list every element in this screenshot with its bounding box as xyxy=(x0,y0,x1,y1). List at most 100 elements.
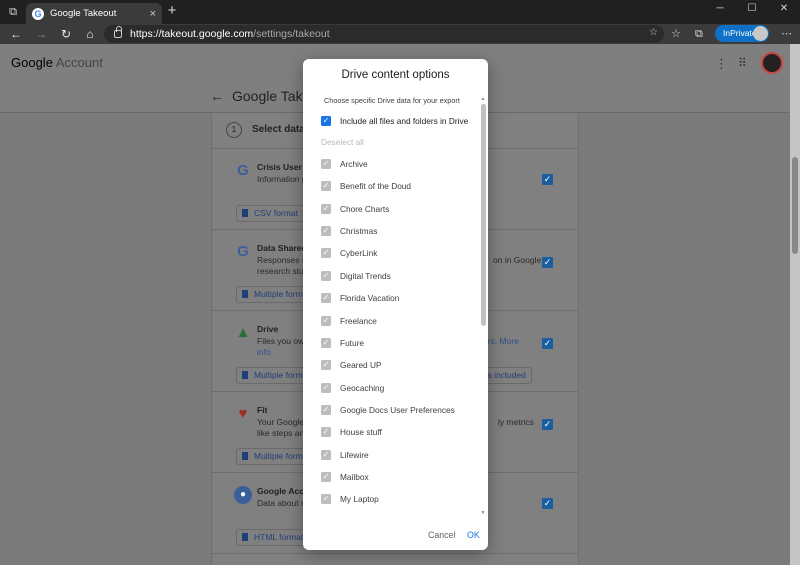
folder-checkbox[interactable]: ✓ xyxy=(321,226,331,236)
tab-actions-icon[interactable]: ⧉ xyxy=(6,5,20,19)
product-checkbox[interactable]: ✓ xyxy=(542,498,553,509)
folder-checkbox[interactable]: ✓ xyxy=(321,427,331,437)
folder-option[interactable]: ✓ Digital Trends xyxy=(321,269,391,283)
ok-button[interactable]: OK xyxy=(467,530,480,540)
folder-checkbox[interactable]: ✓ xyxy=(321,293,331,303)
folder-label: Geocaching xyxy=(340,383,385,393)
folder-label: Archive xyxy=(340,159,368,169)
close-tab-icon[interactable]: × xyxy=(150,8,156,20)
folder-checkbox[interactable]: ✓ xyxy=(321,383,331,393)
lock-icon[interactable] xyxy=(114,26,122,38)
product-checkbox[interactable]: ✓ xyxy=(542,419,553,430)
folder-option[interactable]: ✓ Archive xyxy=(321,157,368,171)
kebab-menu-icon[interactable]: ⋮ xyxy=(715,56,728,72)
maximize-icon[interactable]: ☐ xyxy=(736,0,768,20)
folder-checkbox[interactable]: ✓ xyxy=(321,271,331,281)
close-window-icon[interactable]: ✕ xyxy=(768,0,800,20)
product-checkbox[interactable]: ✓ xyxy=(542,257,553,268)
folder-label: Google Docs User Preferences xyxy=(340,405,455,415)
product-name: Google Acco xyxy=(257,486,310,496)
folder-checkbox[interactable]: ✓ xyxy=(321,316,331,326)
folder-checkbox[interactable]: ✓ xyxy=(321,248,331,258)
folder-option[interactable]: ✓ Lifewire xyxy=(321,448,369,462)
product-name: Drive xyxy=(257,324,279,334)
apps-grid-icon[interactable]: ⠿ xyxy=(738,56,747,70)
home-icon[interactable]: ⌂ xyxy=(82,26,98,42)
format-label: Multiple form xyxy=(254,451,303,461)
folder-option[interactable]: ✓ CyberLink xyxy=(321,246,377,260)
format-button[interactable]: CSV format xyxy=(236,205,305,222)
dialog-title: Drive content options xyxy=(341,69,450,81)
cancel-button[interactable]: Cancel xyxy=(428,530,455,540)
page-scrollbar-thumb[interactable] xyxy=(792,157,798,254)
fit-heart-icon: ♥ xyxy=(238,405,248,422)
refresh-icon[interactable]: ↻ xyxy=(58,26,74,42)
google-account-logo[interactable]: Google Account xyxy=(11,55,103,70)
folder-label: Benefit of the Doud xyxy=(340,181,412,191)
include-all-checkbox[interactable]: ✓ xyxy=(321,116,331,126)
dialog-scrollbar[interactable]: ▲ ▼ xyxy=(480,96,486,516)
format-button[interactable]: HTML format xyxy=(236,529,311,546)
format-button[interactable]: Multiple form xyxy=(236,286,310,303)
folder-label: My Laptop xyxy=(340,494,379,504)
folder-checkbox[interactable]: ✓ xyxy=(321,450,331,460)
product-checkbox[interactable]: ✓ xyxy=(542,338,553,349)
window-controls: ─ ☐ ✕ xyxy=(704,0,800,20)
deselect-all-button[interactable]: Deselect all xyxy=(321,137,364,147)
format-button[interactable]: Multiple form xyxy=(236,448,310,465)
folder-checkbox[interactable]: ✓ xyxy=(321,360,331,370)
back-icon[interactable]: ← xyxy=(8,26,24,42)
folder-checkbox[interactable]: ✓ xyxy=(321,472,331,482)
include-all-label: Include all files and folders in Drive xyxy=(340,116,469,126)
folder-option[interactable]: ✓ Google Docs User Preferences xyxy=(321,403,455,417)
format-label: Multiple form xyxy=(254,370,303,380)
collections-icon[interactable]: ⧉ xyxy=(695,27,703,41)
product-checkbox[interactable]: ✓ xyxy=(542,174,553,185)
folder-label: Future xyxy=(340,338,364,348)
more-info-link[interactable]: ers. More xyxy=(483,336,519,347)
folder-option[interactable]: ✓ Geared UP xyxy=(321,358,382,372)
address-bar[interactable]: https://takeout.google.com/settings/take… xyxy=(104,25,664,43)
folder-list: ✓ Include all files and folders in Drive… xyxy=(303,109,488,513)
scroll-down-icon[interactable]: ▼ xyxy=(480,510,486,516)
folder-option[interactable]: ✓ Benefit of the Doud xyxy=(321,179,411,193)
folder-label: Digital Trends xyxy=(340,271,391,281)
more-info-link-cont[interactable]: info xyxy=(257,347,271,357)
account-avatar[interactable] xyxy=(761,52,783,74)
folder-checkbox[interactable]: ✓ xyxy=(321,159,331,169)
folder-option[interactable]: ✓ My Laptop xyxy=(321,492,379,506)
folder-checkbox[interactable]: ✓ xyxy=(321,181,331,191)
more-options-icon[interactable]: ⋯ xyxy=(781,27,792,40)
description-text-right: ly metrics xyxy=(498,417,534,427)
folder-option[interactable]: ✓ House stuff xyxy=(321,425,382,439)
folder-option[interactable]: ✓ Freelance xyxy=(321,314,377,328)
page-scrollbar[interactable] xyxy=(790,44,800,565)
folder-option[interactable]: ✓ Mailbox xyxy=(321,470,369,484)
forward-icon[interactable]: → xyxy=(33,26,49,42)
folder-label: Freelance xyxy=(340,316,377,326)
folder-checkbox[interactable]: ✓ xyxy=(321,338,331,348)
url-host: https://takeout.google.com xyxy=(130,28,254,40)
folder-option[interactable]: ✓ Chore Charts xyxy=(321,202,389,216)
dialog-subtitle: Choose specific Drive data for your expo… xyxy=(324,96,460,105)
folder-checkbox[interactable]: ✓ xyxy=(321,494,331,504)
new-tab-icon[interactable]: + xyxy=(165,3,179,18)
favorite-add-icon[interactable]: ☆ xyxy=(649,27,658,38)
browser-toolbar: ← → ↻ ⌂ https://takeout.google.com/setti… xyxy=(0,24,800,44)
format-button[interactable]: Multiple form xyxy=(236,367,310,384)
back-arrow-icon[interactable]: ← xyxy=(210,88,224,104)
favorites-icon[interactable]: ☆ xyxy=(671,27,681,41)
tab-google-takeout[interactable]: G Google Takeout × xyxy=(26,3,162,24)
folder-checkbox[interactable]: ✓ xyxy=(321,204,331,214)
inprivate-badge[interactable]: InPrivate xyxy=(715,25,769,42)
minimize-icon[interactable]: ─ xyxy=(704,0,736,20)
format-label: Multiple form xyxy=(254,289,303,299)
folder-option[interactable]: ✓ Geocaching xyxy=(321,381,384,395)
scroll-up-icon[interactable]: ▲ xyxy=(480,96,486,102)
folder-option[interactable]: ✓ Future xyxy=(321,336,364,350)
dialog-scrollbar-thumb[interactable] xyxy=(481,104,486,326)
include-all-option[interactable]: ✓ Include all files and folders in Drive xyxy=(321,114,468,128)
folder-option[interactable]: ✓ Christmas xyxy=(321,224,377,238)
folder-option[interactable]: ✓ Florida Vacation xyxy=(321,291,399,305)
folder-checkbox[interactable]: ✓ xyxy=(321,405,331,415)
